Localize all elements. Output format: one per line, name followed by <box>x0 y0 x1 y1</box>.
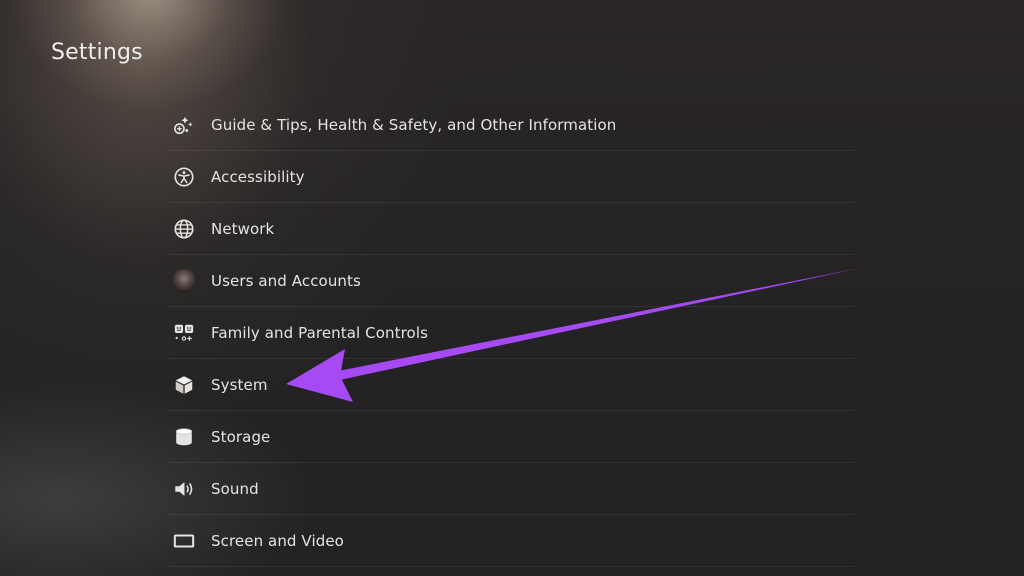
page-title: Settings <box>51 40 143 65</box>
settings-item-network[interactable]: Network <box>168 203 854 255</box>
speaker-icon <box>168 477 202 501</box>
cube-icon <box>168 373 202 397</box>
accessibility-icon <box>168 165 202 189</box>
settings-item-label: System <box>211 375 268 394</box>
settings-item-system[interactable]: System <box>168 359 854 411</box>
guide-tips-icon <box>168 113 202 137</box>
globe-icon <box>168 217 202 241</box>
user-avatar-icon <box>168 268 202 293</box>
cylinder-icon <box>168 425 202 449</box>
settings-item-storage[interactable]: Storage <box>168 411 854 463</box>
settings-item-sound[interactable]: Sound <box>168 463 854 515</box>
settings-item-users-accounts[interactable]: Users and Accounts <box>168 255 854 307</box>
settings-item-label: Storage <box>211 427 271 446</box>
settings-item-label: Network <box>211 219 275 238</box>
avatar <box>172 268 196 293</box>
settings-item-label: Users and Accounts <box>211 271 361 290</box>
settings-list: Guide & Tips, Health & Safety, and Other… <box>168 99 854 567</box>
screen-icon <box>168 529 202 553</box>
settings-item-label: Accessibility <box>211 167 305 186</box>
settings-item-accessibility[interactable]: Accessibility <box>168 151 854 203</box>
settings-item-screen-video[interactable]: Screen and Video <box>168 515 854 567</box>
family-controls-icon <box>168 321 202 345</box>
settings-item-guide-tips[interactable]: Guide & Tips, Health & Safety, and Other… <box>168 99 854 151</box>
settings-item-label: Family and Parental Controls <box>211 323 429 342</box>
settings-item-label: Guide & Tips, Health & Safety, and Other… <box>211 115 617 134</box>
settings-item-label: Screen and Video <box>211 531 344 550</box>
settings-item-family-parental[interactable]: Family and Parental Controls <box>168 307 854 359</box>
settings-item-label: Sound <box>211 479 259 498</box>
